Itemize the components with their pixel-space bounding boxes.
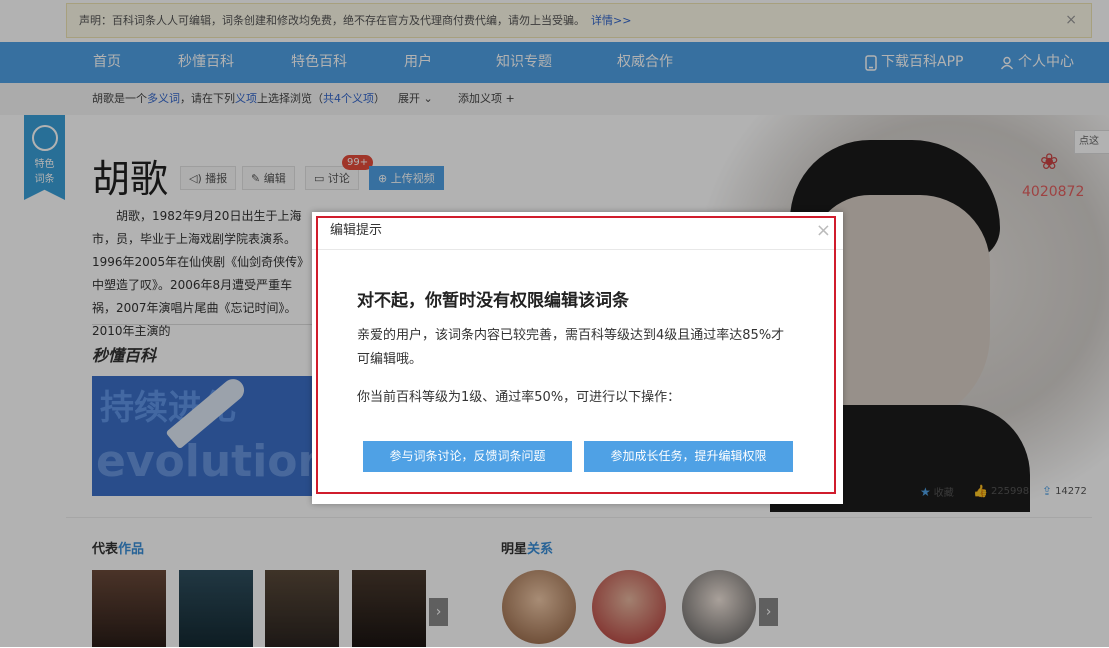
join-discussion-button[interactable]: 参与词条讨论，反馈词条问题 bbox=[363, 441, 572, 472]
dialog-paragraph-2: 你当前百科等级为1级、通过率50%，可进行以下操作： bbox=[357, 390, 681, 405]
growth-task-button[interactable]: 参加成长任务，提升编辑权限 bbox=[584, 441, 793, 472]
dialog-paragraph-1: 亲爱的用户，该词条内容已较完善，需百科等级达到4级且通过率达85%才可编辑哦。 bbox=[357, 328, 785, 367]
dialog-header: 编辑提示 bbox=[312, 212, 843, 250]
dialog-heading: 对不起，你暂时没有权限编辑该词条 bbox=[357, 291, 629, 311]
dialog-title: 编辑提示 bbox=[330, 223, 383, 238]
dialog-close-icon[interactable]: × bbox=[816, 220, 831, 242]
